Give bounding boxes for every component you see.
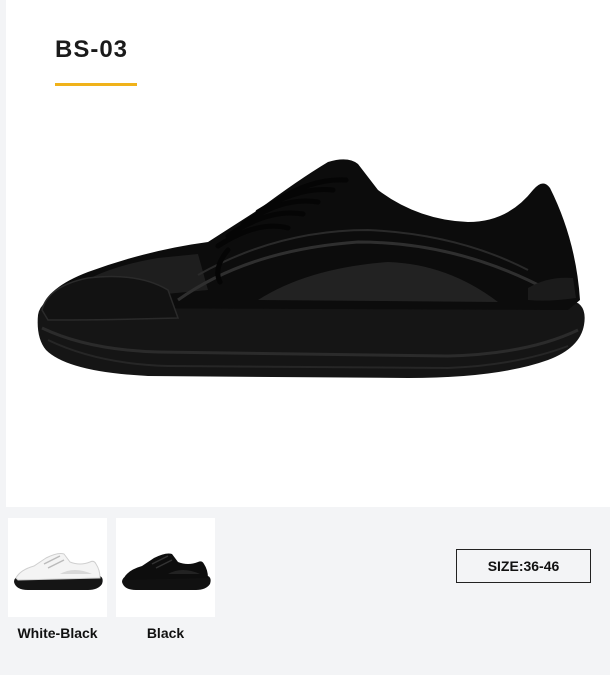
white-sneaker-thumbnail-icon	[14, 553, 103, 590]
black-sneaker-thumbnail-icon	[122, 553, 211, 590]
model-title: BS-03	[55, 36, 129, 63]
variant-label-black[interactable]: Black	[116, 625, 215, 641]
black-sneaker-icon	[37, 159, 585, 378]
variant-black[interactable]	[116, 518, 215, 617]
variant-white-black[interactable]	[8, 518, 107, 617]
product-hero: BS-03	[6, 0, 610, 507]
title-underline	[55, 83, 137, 86]
variant-label-white-black[interactable]: White-Black	[8, 625, 107, 641]
size-range-badge: SIZE:36-46	[456, 549, 591, 583]
